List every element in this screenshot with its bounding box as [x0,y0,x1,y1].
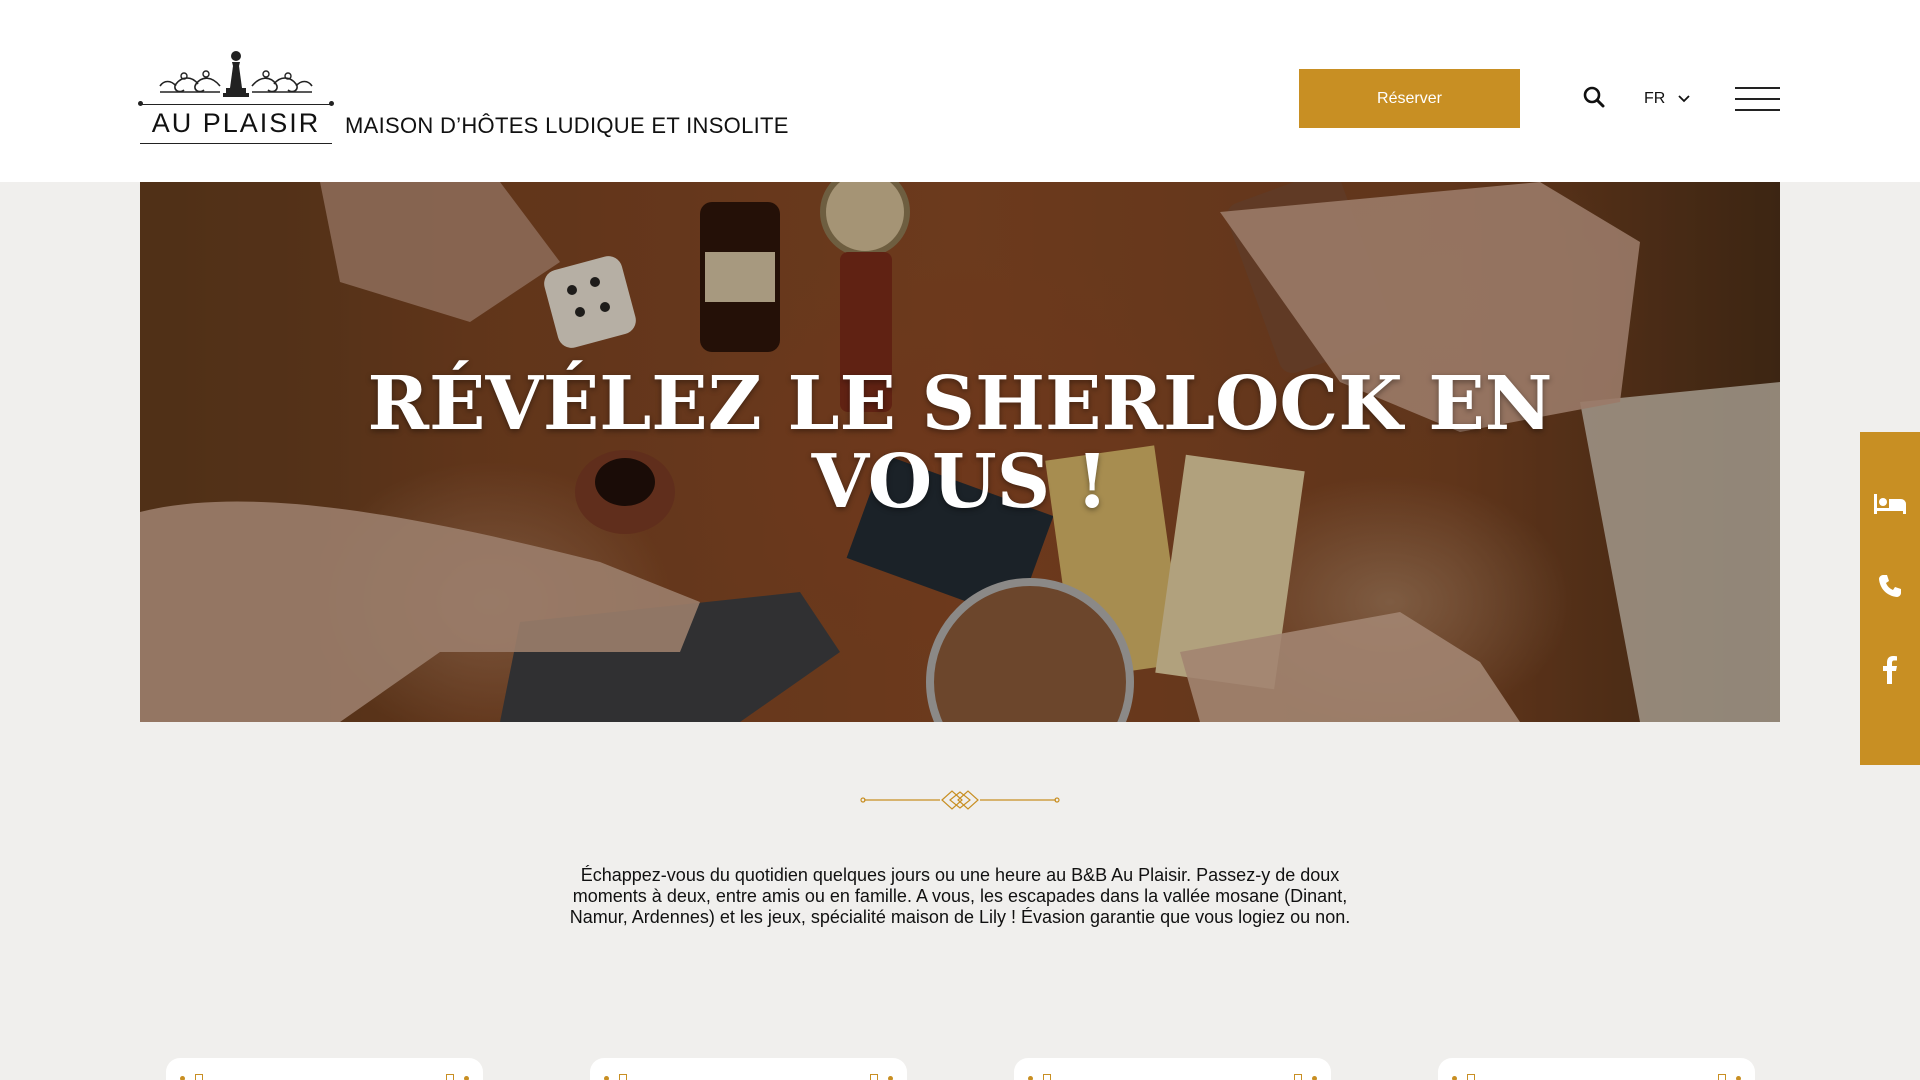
intro-paragraph: Échappez-vous du quotidien quelques jour… [569,865,1351,927]
feature-card[interactable] [590,1058,907,1080]
menu-icon[interactable] [1735,87,1780,111]
logo-text: AU PLAISIR [138,101,334,144]
divider-ornament-icon [860,790,1060,810]
hero-banner: RÉVÉLEZ LE SHERLOCK EN VOUS ! [140,182,1780,722]
chess-pawn-ornament-icon [159,51,313,97]
site-tagline: MAISON D’HÔTES LUDIQUE ET INSOLITE [345,113,789,138]
feature-card[interactable] [1014,1058,1331,1080]
side-contact-bar [1860,432,1920,765]
bed-icon[interactable] [1860,474,1920,534]
site-logo[interactable]: AU PLAISIR [138,48,334,144]
feature-card[interactable] [1438,1058,1755,1080]
facebook-icon[interactable] [1860,640,1920,700]
phone-icon[interactable] [1860,556,1920,616]
search-icon[interactable] [1583,86,1605,108]
language-selector[interactable]: FR [1644,90,1691,108]
reserve-button[interactable]: Réserver [1299,69,1520,128]
language-label: FR [1644,90,1666,107]
site-header: AU PLAISIR MAISON D’HÔTES LUDIQUE ET INS… [0,0,1920,182]
chevron-down-icon [1678,95,1690,103]
hero-title: RÉVÉLEZ LE SHERLOCK EN VOUS ! [367,361,1553,525]
feature-card[interactable] [166,1058,483,1080]
